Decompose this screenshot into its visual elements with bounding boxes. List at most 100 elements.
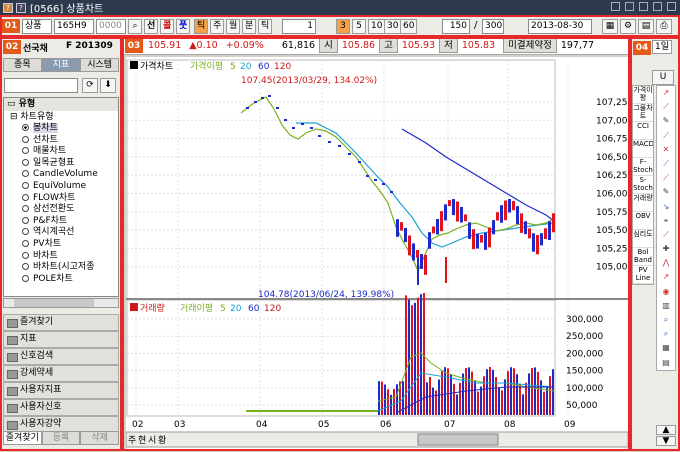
list-item[interactable]: 역시계곡선	[22, 227, 118, 239]
window-close-icon[interactable]	[667, 2, 676, 11]
code2-input[interactable]: 0000	[96, 19, 126, 34]
indicator-s-stoch[interactable]: S-Stoch	[633, 176, 653, 194]
category-favorites[interactable]: 즐겨찾기	[3, 314, 119, 331]
scroll-up-icon[interactable]: ▲	[656, 425, 676, 435]
tick-button[interactable]: 틱	[258, 19, 273, 34]
print-icon[interactable]: ⎙	[656, 19, 672, 34]
chart-svg[interactable]: 107,25 107,00 106,75 106,50 106,25 106,00 105,…	[125, 57, 629, 449]
indicator-price-ma[interactable]: 가격이평	[633, 86, 653, 104]
tab-indicator[interactable]: 지표	[41, 58, 81, 72]
bottom-label-3[interactable]: 시	[148, 435, 156, 446]
refresh-icon[interactable]: ⟳	[82, 78, 98, 93]
indicator-macd[interactable]: MACD	[633, 140, 653, 158]
list-item[interactable]: 선차트	[22, 135, 118, 147]
market-select[interactable]: 상품	[22, 19, 52, 34]
futures-button[interactable]: 선	[144, 19, 159, 34]
delete-button[interactable]: 삭제	[80, 431, 120, 445]
indicator-obv[interactable]: OBV	[633, 212, 653, 230]
list-item[interactable]: PV차트	[22, 239, 118, 251]
chart-settings-icon[interactable]: ▦	[602, 19, 618, 34]
list-item[interactable]: POLE차트	[22, 274, 118, 286]
tool-fan-icon[interactable]: ⟋	[657, 171, 675, 185]
tool-circle-icon[interactable]: ◉	[657, 285, 675, 299]
window-menu-icon[interactable]	[611, 2, 620, 11]
download-icon[interactable]: ⬇	[100, 78, 116, 93]
indicator-f-stoch[interactable]: F-Stoch	[633, 158, 653, 176]
tool-cross-icon[interactable]: ✕	[657, 143, 675, 157]
put-button[interactable]: 풋	[176, 19, 191, 34]
category-indicator[interactable]: 지표	[3, 331, 119, 348]
total-input[interactable]: 300	[482, 19, 504, 34]
tool-arrow-icon[interactable]: ↗	[657, 270, 675, 284]
register-button[interactable]: 등록	[41, 431, 81, 445]
tab-system[interactable]: 시스템	[80, 58, 120, 72]
tool-zigzag-icon[interactable]: ⋀	[657, 256, 675, 270]
gear-icon[interactable]: ⚙	[620, 19, 636, 34]
bottom-label-2[interactable]: 현	[138, 435, 146, 446]
tool-hline-icon[interactable]: ⟋	[657, 129, 675, 143]
tool-pencil-icon[interactable]: ✎	[657, 185, 675, 199]
tool-zoom-icon[interactable]: ⌕	[657, 313, 675, 327]
tool-bars-icon[interactable]: ▥	[657, 299, 675, 313]
list-item[interactable]: CandleVolume	[22, 169, 118, 181]
list-item[interactable]: 일목균형표	[22, 158, 118, 170]
window-minimize-icon[interactable]	[653, 2, 662, 11]
save-icon[interactable]: ▤	[638, 19, 654, 34]
list-item[interactable]: EquiVolume	[22, 181, 118, 193]
collapse-icon[interactable]: U	[652, 70, 674, 85]
month-button[interactable]: 월	[226, 19, 241, 34]
period-select[interactable]: 1	[282, 19, 316, 34]
window-save-icon[interactable]	[625, 2, 634, 11]
category-user-indicator[interactable]: 사용자지표	[3, 382, 119, 399]
week-button[interactable]: 주	[210, 19, 225, 34]
tool-plus-icon[interactable]: ✚	[657, 242, 675, 256]
list-item[interactable]: 바차트(시고저종	[22, 262, 118, 274]
code-input[interactable]: 165H9	[54, 19, 94, 34]
scroll-down-icon[interactable]: ▼	[656, 436, 676, 446]
list-item[interactable]: 삼선전환도	[22, 204, 118, 216]
tree-root[interactable]: ▭ 유형	[4, 98, 118, 111]
period-60-button[interactable]: 60	[400, 19, 418, 34]
indicator-net-chart[interactable]: 그물차트	[633, 104, 653, 122]
tool-diag-icon[interactable]: ⟋	[657, 228, 675, 242]
tab-item[interactable]: 종목	[3, 58, 42, 72]
date-input[interactable]: 2013-08-30	[528, 19, 592, 34]
tab-bottom-favorites[interactable]: 즐겨찾기	[3, 431, 42, 445]
scroll-thumb[interactable]	[417, 433, 499, 446]
list-item[interactable]: FLOW차트	[22, 193, 118, 205]
category-strength[interactable]: 강세약세	[3, 365, 119, 382]
minute-button[interactable]: 분	[242, 19, 257, 34]
period-3-button[interactable]: 3	[336, 19, 350, 34]
call-button[interactable]: 콜	[160, 19, 175, 34]
tree-hscrollbar[interactable]	[3, 298, 119, 308]
tool-text-icon[interactable]: ▦	[657, 341, 675, 355]
chart-scrollbar[interactable]	[125, 431, 629, 448]
tool-channel-icon[interactable]: ⟋	[657, 157, 675, 171]
category-signal-search[interactable]: 신호검색	[3, 348, 119, 365]
tree-group[interactable]: ⊟ 차트유형	[4, 111, 118, 123]
list-item[interactable]: 바차트	[22, 251, 118, 263]
tool-wrench-icon[interactable]: ✎	[657, 114, 675, 128]
category-user-signal[interactable]: 사용자신호	[3, 399, 119, 416]
help-icon[interactable]: ?	[16, 2, 26, 13]
tool-ray-icon[interactable]: ↘	[657, 200, 675, 214]
list-item[interactable]: 봉차트	[22, 123, 118, 135]
tick-period-button[interactable]: 틱	[194, 19, 209, 34]
indicator-psychology[interactable]: 심리도	[633, 230, 653, 248]
tool-trend-icon[interactable]: ↗	[657, 86, 675, 100]
count-input[interactable]: 150	[442, 19, 470, 34]
period-30-button[interactable]: 30	[384, 19, 402, 34]
indicator-bol-band[interactable]: Bol Band	[633, 248, 653, 266]
bottom-label-1[interactable]: 주	[128, 435, 136, 446]
window-settings-icon[interactable]	[639, 2, 648, 11]
period-label[interactable]: 1일	[652, 40, 673, 54]
search-icon[interactable]: ⌕	[128, 19, 142, 34]
tool-line-icon[interactable]: ⟋	[657, 100, 675, 114]
indicator-pv-line[interactable]: PV Line	[633, 266, 653, 284]
period-10-button[interactable]: 10	[368, 19, 386, 34]
indicator-cci[interactable]: CCI	[633, 122, 653, 140]
period-5-button[interactable]: 5	[352, 19, 366, 34]
list-item[interactable]: P&F차트	[22, 216, 118, 228]
bottom-label-4[interactable]: 황	[158, 435, 166, 446]
indicator-volume[interactable]: 거래량	[633, 194, 653, 212]
